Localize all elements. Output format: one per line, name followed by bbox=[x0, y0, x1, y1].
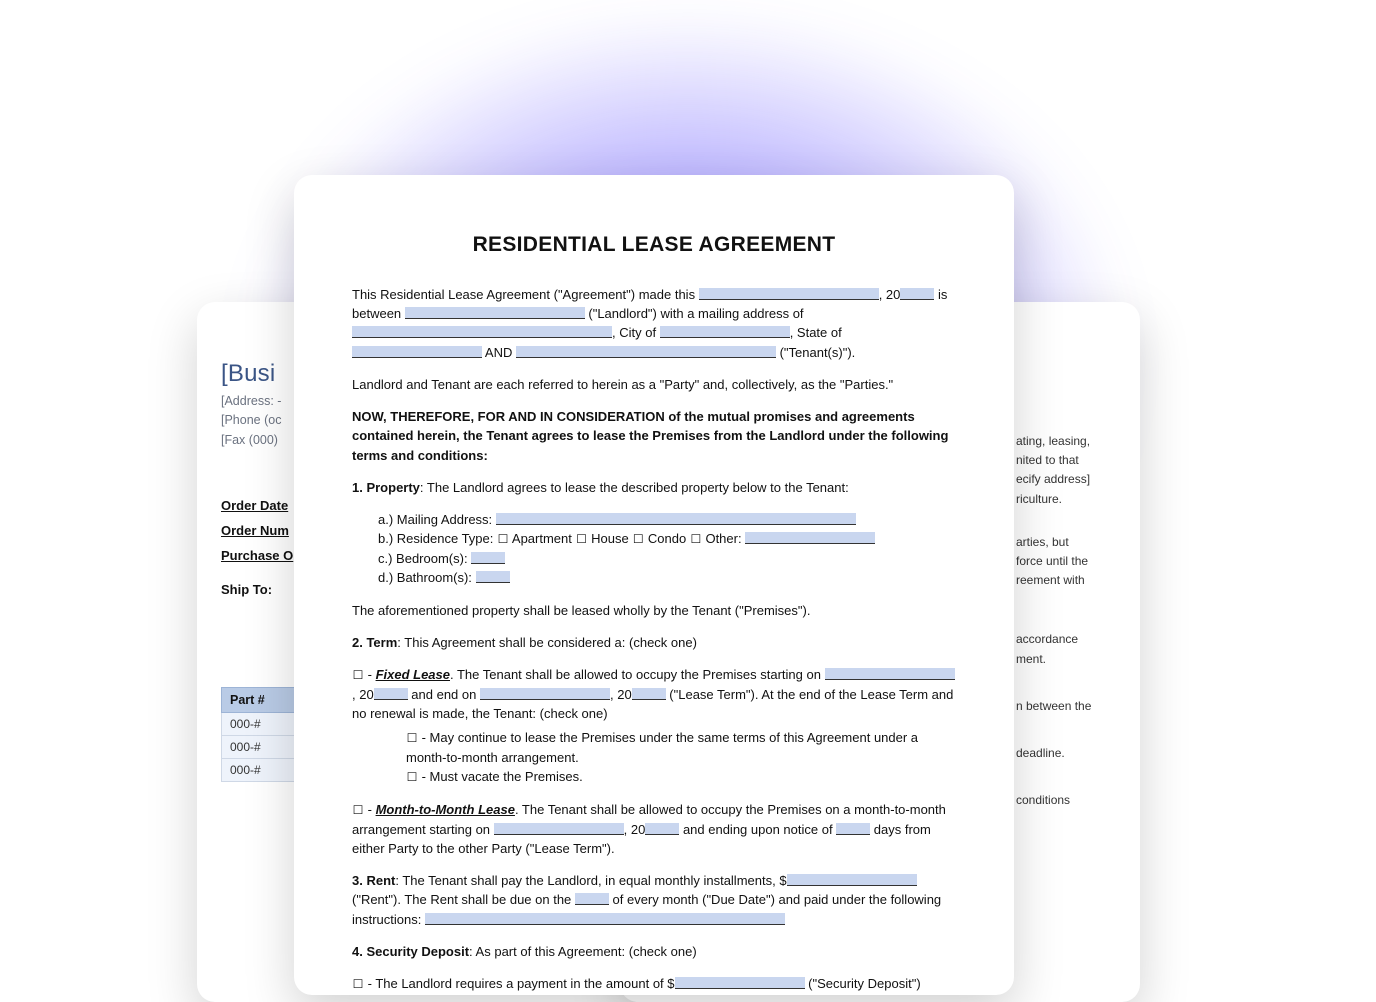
blank-rent-amount[interactable] bbox=[787, 874, 917, 886]
blank-landlord[interactable] bbox=[405, 307, 585, 319]
property-mailing-address: a.) Mailing Address: bbox=[378, 510, 956, 529]
text-fragment: conditions bbox=[1016, 793, 1070, 807]
fixed-lease-option: ☐ - Fixed Lease. The Tenant shall be all… bbox=[352, 665, 956, 723]
blank-property-address[interactable] bbox=[496, 513, 856, 525]
text-fragment: ment. bbox=[1016, 652, 1046, 666]
checkbox-continue-lease[interactable]: ☐ bbox=[406, 730, 418, 748]
section-2-term: 2. Term: This Agreement shall be conside… bbox=[352, 633, 956, 652]
text-fragment: n between the bbox=[1016, 699, 1091, 713]
text-fragment: force until the bbox=[1016, 554, 1088, 568]
checkbox-house[interactable]: ☐ bbox=[575, 531, 587, 549]
section-4-security-deposit: 4. Security Deposit: As part of this Agr… bbox=[352, 942, 956, 961]
checkbox-apartment[interactable]: ☐ bbox=[497, 531, 509, 549]
checkbox-condo[interactable]: ☐ bbox=[632, 531, 644, 549]
text-fragment: nited to that bbox=[1016, 453, 1079, 467]
text-fragment: deadline. bbox=[1016, 746, 1065, 760]
fixed-lease-continue-option: ☐ - May continue to lease the Premises u… bbox=[406, 728, 956, 767]
document-title: RESIDENTIAL LEASE AGREEMENT bbox=[352, 233, 956, 257]
premises-footer: The aforementioned property shall be lea… bbox=[352, 601, 956, 620]
text-fragment: arties, but bbox=[1016, 535, 1069, 549]
blank-due-day[interactable] bbox=[575, 893, 609, 905]
blank-bedrooms[interactable] bbox=[471, 552, 505, 564]
lease-agreement-document: RESIDENTIAL LEASE AGREEMENT This Residen… bbox=[294, 175, 1014, 995]
blank-city[interactable] bbox=[660, 326, 790, 338]
blank-m2m-year[interactable] bbox=[645, 823, 679, 835]
recital-paragraph: NOW, THEREFORE, FOR AND IN CONSIDERATION… bbox=[352, 407, 956, 465]
checkbox-m2m-lease[interactable]: ☐ bbox=[352, 802, 364, 820]
checkbox-require-deposit[interactable]: ☐ bbox=[352, 976, 364, 994]
section-3-rent: 3. Rent: The Tenant shall pay the Landlo… bbox=[352, 871, 956, 929]
blank-date[interactable] bbox=[699, 288, 879, 300]
blank-m2m-start[interactable] bbox=[494, 823, 624, 835]
text-fragment: ecify address] bbox=[1016, 472, 1090, 486]
blank-deposit-amount[interactable] bbox=[675, 977, 805, 989]
text-fragment: accordance bbox=[1016, 632, 1078, 646]
blank-mail-address[interactable] bbox=[352, 326, 612, 338]
month-to-month-option: ☐ - Month-to-Month Lease. The Tenant sha… bbox=[352, 800, 956, 858]
checkbox-fixed-lease[interactable]: ☐ bbox=[352, 667, 364, 685]
property-residence-type: b.) Residence Type: ☐ Apartment ☐ House … bbox=[378, 529, 956, 549]
parties-paragraph: Landlord and Tenant are each referred to… bbox=[352, 375, 956, 394]
blank-tenant[interactable] bbox=[516, 346, 776, 358]
checkbox-vacate[interactable]: ☐ bbox=[406, 769, 418, 787]
text-fragment: riculture. bbox=[1016, 492, 1062, 506]
blank-fixed-end-year[interactable] bbox=[632, 688, 666, 700]
blank-state[interactable] bbox=[352, 346, 482, 358]
blank-fixed-end[interactable] bbox=[480, 688, 610, 700]
blank-fixed-start[interactable] bbox=[825, 668, 955, 680]
document-body: This Residential Lease Agreement ("Agree… bbox=[352, 285, 956, 994]
intro-paragraph: This Residential Lease Agreement ("Agree… bbox=[352, 285, 956, 362]
text-fragment: reement with bbox=[1016, 573, 1085, 587]
security-deposit-option: ☐ - The Landlord requires a payment in t… bbox=[352, 974, 956, 994]
blank-notice-days[interactable] bbox=[836, 823, 870, 835]
section-1-property: 1. Property: The Landlord agrees to leas… bbox=[352, 478, 956, 497]
blank-fixed-start-year[interactable] bbox=[374, 688, 408, 700]
fixed-lease-vacate-option: ☐ - Must vacate the Premises. bbox=[406, 767, 956, 787]
property-bathrooms: d.) Bathroom(s): bbox=[378, 568, 956, 587]
blank-payment-instructions[interactable] bbox=[425, 913, 785, 925]
text-fragment: ating, leasing, bbox=[1016, 434, 1090, 448]
blank-other-type[interactable] bbox=[745, 532, 875, 544]
blank-year[interactable] bbox=[900, 288, 934, 300]
checkbox-other[interactable]: ☐ bbox=[690, 531, 702, 549]
property-bedrooms: c.) Bedroom(s): bbox=[378, 549, 956, 568]
blank-bathrooms[interactable] bbox=[476, 571, 510, 583]
